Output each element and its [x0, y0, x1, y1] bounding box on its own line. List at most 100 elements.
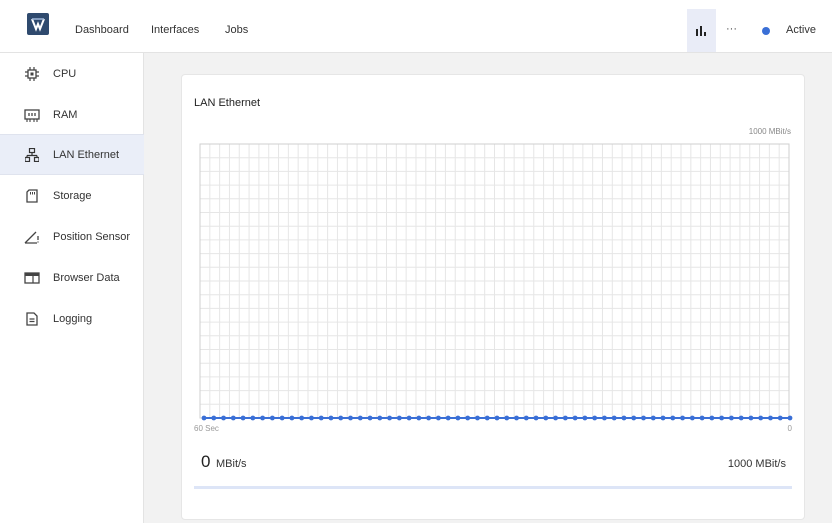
data-point — [484, 415, 490, 421]
data-point — [504, 415, 510, 421]
sidebar-item-lan-ethernet[interactable]: LAN Ethernet — [0, 134, 144, 175]
angle-icon — [24, 229, 40, 245]
status-indicator-dot — [762, 27, 770, 35]
data-point — [211, 415, 217, 421]
sidebar-item-position-sensor[interactable]: Position Sensor — [0, 216, 144, 257]
nav-interfaces[interactable]: Interfaces — [151, 24, 199, 36]
data-point — [289, 415, 295, 421]
data-point — [387, 415, 392, 421]
data-point — [338, 415, 344, 421]
sd-card-icon — [24, 188, 40, 204]
data-point — [396, 415, 402, 421]
data-point — [660, 415, 666, 421]
data-point — [269, 415, 275, 421]
data-point — [699, 415, 705, 421]
data-point — [494, 415, 500, 421]
data-point — [719, 415, 725, 421]
data-point — [777, 415, 783, 421]
data-point — [572, 415, 578, 421]
data-point — [445, 415, 451, 421]
data-point — [260, 415, 265, 421]
data-point — [729, 415, 734, 421]
nav-dashboard[interactable]: Dashboard — [75, 24, 129, 36]
data-point — [758, 415, 764, 421]
chart-grid — [200, 144, 789, 418]
data-point — [279, 415, 285, 421]
x-axis-start-label: 60 Sec — [194, 424, 219, 433]
browser-window-icon — [24, 270, 40, 286]
sidebar-item-label: RAM — [53, 108, 78, 121]
data-point — [689, 415, 695, 421]
data-point — [328, 415, 334, 421]
app-logo[interactable] — [27, 13, 49, 35]
sidebar-item-label: CPU — [53, 67, 77, 80]
chart-series-group — [201, 415, 793, 421]
sidebar-item-label: Storage — [53, 189, 92, 202]
data-point — [367, 415, 373, 421]
data-point — [230, 415, 236, 421]
bar-chart-icon — [696, 25, 706, 36]
sidebar-item-browser-data[interactable]: Browser Data — [0, 257, 144, 298]
data-point — [377, 415, 383, 421]
top-bar: Dashboard Interfaces Jobs ··· Active — [0, 0, 832, 53]
data-point — [748, 415, 754, 421]
data-point — [309, 415, 314, 421]
data-point — [533, 415, 539, 421]
data-point — [299, 415, 305, 421]
more-menu-button[interactable]: ··· — [726, 23, 737, 35]
sidebar: CPU RAM LAN Ethernet Storage Position Se… — [0, 53, 144, 523]
data-point — [631, 415, 637, 421]
network-icon — [24, 147, 40, 163]
throughput-line-chart — [199, 143, 793, 421]
data-point — [602, 415, 607, 421]
ram-icon — [24, 107, 40, 123]
current-throughput-unit: MBit/s — [216, 458, 247, 470]
data-point — [787, 415, 793, 421]
sidebar-item-ram[interactable]: RAM — [0, 94, 144, 135]
chart-view-button[interactable] — [687, 9, 716, 52]
data-point — [553, 415, 558, 421]
data-point — [201, 415, 207, 421]
nav-jobs[interactable]: Jobs — [225, 24, 248, 36]
data-point — [475, 415, 480, 421]
cpu-icon — [24, 66, 40, 82]
sidebar-item-label: Browser Data — [53, 271, 120, 284]
data-point — [465, 415, 471, 421]
logo-mark-icon — [31, 18, 45, 32]
current-throughput-value: 0 — [201, 452, 211, 471]
status-label: Active — [786, 24, 816, 36]
sidebar-item-label: Logging — [53, 312, 93, 325]
data-point — [680, 415, 685, 421]
data-point — [523, 415, 529, 421]
sidebar-item-cpu[interactable]: CPU — [0, 53, 144, 94]
data-point — [436, 415, 441, 421]
data-point — [738, 415, 744, 421]
document-icon — [24, 311, 40, 327]
x-axis-end-label: 0 — [787, 424, 792, 433]
data-point — [514, 415, 519, 421]
sidebar-item-logging[interactable]: Logging — [0, 298, 144, 339]
lan-ethernet-card: LAN Ethernet 1000 MBit/s 60 Sec 0 0 MBit… — [181, 74, 805, 520]
data-point — [621, 415, 627, 421]
data-point — [709, 415, 715, 421]
data-point — [592, 415, 598, 421]
data-point — [562, 415, 568, 421]
data-point — [318, 415, 324, 421]
sidebar-item-label: Position Sensor — [53, 230, 131, 243]
sidebar-item-storage[interactable]: Storage — [0, 175, 144, 216]
max-throughput-label: 1000 MBit/s — [727, 458, 786, 470]
data-point — [240, 415, 246, 421]
data-point — [357, 415, 363, 421]
data-point — [250, 415, 256, 421]
throughput-progress-bar — [194, 486, 792, 489]
data-point — [426, 415, 432, 421]
data-point — [416, 415, 422, 421]
data-point — [455, 415, 461, 421]
data-point — [543, 415, 549, 421]
sidebar-item-label: LAN Ethernet — [53, 148, 120, 161]
data-point — [406, 415, 412, 421]
data-point — [768, 415, 773, 421]
data-point — [611, 415, 617, 421]
data-point — [582, 415, 588, 421]
data-point — [348, 415, 353, 421]
